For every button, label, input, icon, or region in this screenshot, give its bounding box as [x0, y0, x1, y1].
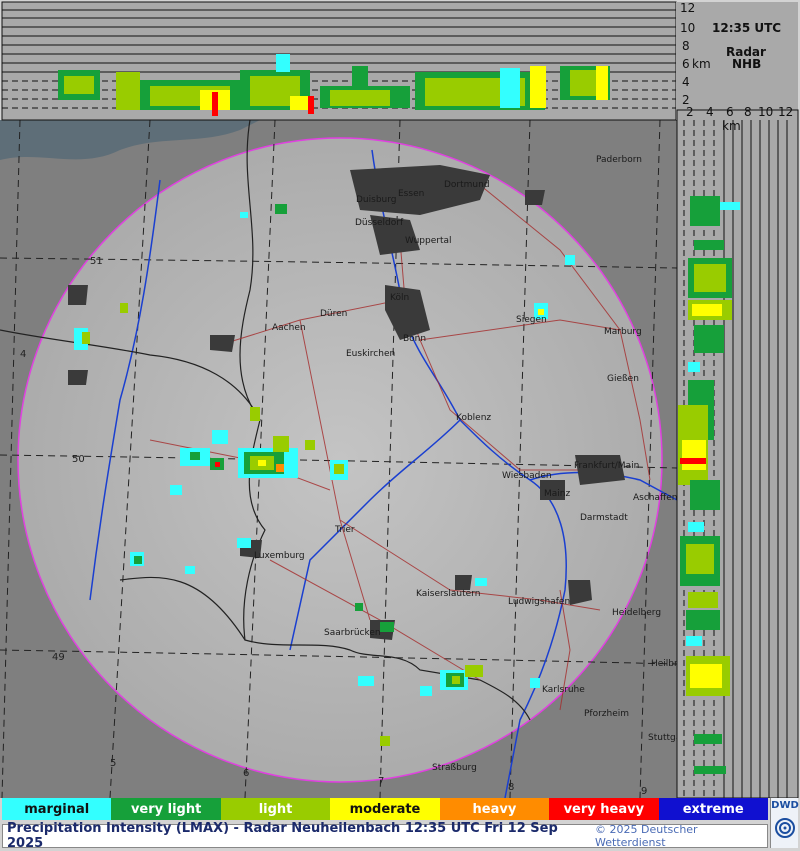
- city-label: Saarbrücken: [324, 628, 381, 638]
- height-tick: 4: [682, 75, 690, 89]
- height-tick: 6: [682, 57, 690, 71]
- station-code: NHB: [732, 57, 761, 71]
- height-tick: 8: [682, 39, 690, 53]
- height-axis-unit: km: [692, 57, 711, 71]
- copyright: © 2025 Deutscher Wetterdienst: [595, 823, 698, 849]
- right-axis-tick: 8: [744, 105, 752, 119]
- city-label: Marburg: [604, 327, 642, 337]
- city-label: Duisburg: [356, 195, 397, 205]
- city-label: Koblenz: [456, 413, 491, 423]
- lon-label: 6: [243, 768, 249, 779]
- city-label: Düren: [320, 309, 347, 319]
- footer-title: Precipitation Intensity (LMAX) - Radar N…: [7, 821, 558, 851]
- city-label: Trier: [334, 525, 355, 535]
- lat-label: 49: [52, 652, 65, 663]
- city-label: Wiesbaden: [502, 471, 552, 481]
- legend-item: marginal: [2, 798, 112, 820]
- city-label: Karlsruhe: [542, 685, 585, 695]
- right-height-profile: km 2 4 6 8 10 12: [676, 105, 799, 798]
- legend: marginal very light light moderate heavy…: [2, 798, 768, 820]
- radar-map: Paderborn Essen Dortmund Duisburg Düssel…: [0, 1, 799, 798]
- height-tick: 10: [680, 21, 695, 35]
- lon-label: 7: [378, 776, 384, 787]
- time-label: 12:35 UTC: [712, 21, 781, 35]
- right-axis-tick: 6: [726, 105, 734, 119]
- city-label: Darmstadt: [580, 513, 628, 523]
- city-label: Euskirchen: [346, 349, 395, 359]
- logo-text: DWD: [771, 800, 799, 811]
- city-label: Aachen: [272, 323, 306, 333]
- legend-item: moderate: [330, 798, 440, 820]
- lon-label: 9: [641, 786, 647, 797]
- right-axis-tick: 12: [778, 105, 793, 119]
- city-label: Kaiserslautern: [416, 589, 480, 599]
- legend-item: extreme: [658, 798, 768, 820]
- right-axis-tick: 2: [686, 105, 694, 119]
- right-axis-tick: 10: [758, 105, 773, 119]
- legend-item: heavy: [439, 798, 550, 820]
- city-label: Dortmund: [444, 180, 490, 190]
- city-label: Mainz: [544, 489, 570, 499]
- city-label: Gießen: [607, 374, 639, 384]
- lat-label: 50: [72, 454, 85, 465]
- city-label: Bonn: [403, 334, 426, 344]
- footer: Precipitation Intensity (LMAX) - Radar N…: [2, 821, 768, 851]
- lat-label: 51: [90, 256, 103, 267]
- right-axis-tick: 4: [706, 105, 714, 119]
- city-label: Paderborn: [596, 155, 642, 165]
- city-label: Düsseldorf: [355, 218, 404, 228]
- legend-item: very heavy: [549, 798, 659, 820]
- city-label: Ludwigshafen: [508, 597, 570, 607]
- height-tick: 12: [680, 1, 695, 15]
- legend-item: very light: [111, 798, 221, 820]
- legend-item: light: [220, 798, 331, 820]
- city-label: Heidelberg: [612, 608, 661, 618]
- city-label: Frankfurt/Main: [574, 461, 639, 471]
- city-label: Luxemburg: [254, 551, 305, 561]
- lon-label: 5: [110, 758, 116, 769]
- city-label: Siegen: [516, 315, 547, 325]
- right-axis-unit: km: [722, 119, 741, 133]
- city-label: Straßburg: [432, 763, 477, 773]
- city-label: Pforzheim: [584, 709, 629, 719]
- city-label: Wuppertal: [405, 236, 452, 246]
- dwd-logo: DWD: [770, 798, 799, 848]
- lon-label: 4: [20, 349, 26, 360]
- city-label: Essen: [398, 189, 424, 199]
- top-height-profile: 12 10 8 6 4 2 km 12:35 UTC Radar NHB: [1, 1, 798, 121]
- city-label: Köln: [390, 293, 409, 303]
- lon-label: 8: [508, 782, 514, 793]
